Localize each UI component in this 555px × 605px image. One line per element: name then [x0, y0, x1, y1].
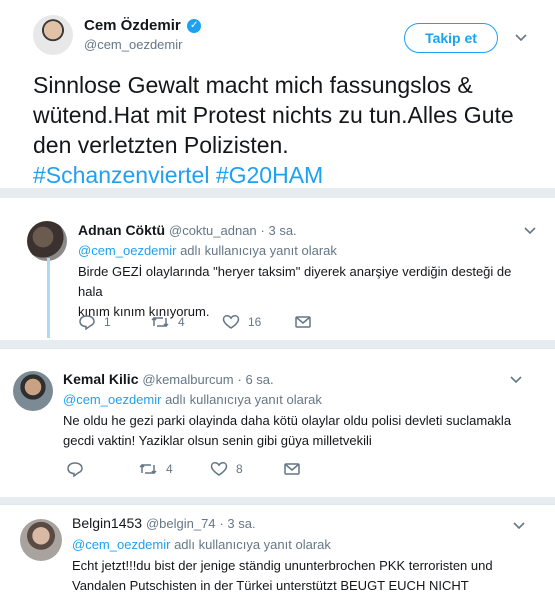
reply-time[interactable]: · 3 sa. [219, 516, 255, 531]
reply-text-line: gecdi vaktin! Yaziklar olsun senin gibi … [63, 433, 372, 448]
chevron-down-icon[interactable] [523, 224, 537, 238]
reply-text: Echt jetzt!!!du bist der jenige ständig … [72, 556, 542, 596]
reply-card[interactable]: Kemal Kilic @kemalburcum · 6 sa. @cem_oe… [0, 348, 555, 497]
author-name-row[interactable]: Cem Özdemir ✓ [84, 17, 202, 35]
reply-header: Adnan Cöktü @coktu_adnan · 3 sa. [78, 222, 297, 238]
reply-time[interactable]: · 6 sa. [238, 372, 274, 387]
message-action[interactable] [284, 459, 300, 479]
reply-action[interactable]: 1 [78, 312, 111, 332]
reply-to-line: @cem_oezdemir adlı kullanıcıya yanıt ola… [63, 392, 322, 407]
reply-actions: 1 4 16 [78, 312, 318, 332]
reply-header: Kemal Kilic @kemalburcum · 6 sa. [63, 371, 274, 387]
reply-avatar[interactable] [13, 371, 53, 411]
reply-to-suffix: adlı kullanıcıya yanıt olarak [165, 392, 322, 407]
reply-text: Ne oldu he gezi parki olayinda daha kötü… [63, 411, 543, 451]
reply-author-handle[interactable]: @kemalburcum [142, 372, 233, 387]
reply-text-line: Ne oldu he gezi parki olayinda daha kötü… [63, 413, 512, 428]
verified-badge-icon: ✓ [187, 18, 202, 33]
reply-action[interactable] [66, 459, 92, 479]
retweet-action[interactable]: 4 [150, 312, 185, 332]
reply-author-handle[interactable]: @belgin_74 [146, 516, 216, 531]
message-icon [284, 463, 300, 475]
reply-icon [67, 462, 83, 477]
thread-line [47, 258, 50, 338]
message-action[interactable] [295, 312, 311, 332]
reply-author-handle[interactable]: @coktu_adnan [169, 223, 257, 238]
like-icon [222, 315, 240, 329]
like-count: 8 [236, 462, 243, 476]
reply-icon [79, 315, 95, 330]
author-name[interactable]: Cem Özdemir [84, 17, 181, 34]
reply-mention[interactable]: @cem_oezdemir [78, 243, 176, 258]
like-action[interactable]: 16 [222, 312, 261, 332]
author-avatar[interactable] [33, 15, 73, 55]
reply-to-suffix: adlı kullanıcıya yanıt olarak [174, 537, 331, 552]
chevron-down-icon[interactable] [509, 373, 523, 387]
follow-button[interactable]: Takip et [404, 23, 498, 53]
tweet-hashtags[interactable]: #Schanzenviertel #G20HAM [33, 162, 323, 188]
main-tweet-card: Cem Özdemir ✓ @cem_oezdemir Takip et Sin… [0, 0, 555, 188]
retweet-count: 4 [178, 315, 185, 329]
author-handle[interactable]: @cem_oezdemir [84, 37, 182, 52]
like-count: 16 [248, 315, 262, 329]
reply-header: Belgin1453 @belgin_74 · 3 sa. [72, 515, 256, 531]
reply-actions: 4 8 [66, 459, 306, 479]
message-icon [295, 316, 311, 328]
tweet-text: Sinnlose Gewalt macht mich fassungslos &… [33, 70, 523, 190]
reply-text-line: Vandalen Putschisten in der Türkei unter… [72, 578, 469, 593]
reply-card[interactable]: Adnan Cöktü @coktu_adnan · 3 sa. @cem_oe… [0, 198, 555, 340]
like-icon [210, 462, 228, 476]
reply-to-line: @cem_oezdemir adlı kullanıcıya yanıt ola… [72, 537, 331, 552]
chevron-down-icon[interactable] [512, 519, 526, 533]
reply-time[interactable]: · 3 sa. [261, 223, 297, 238]
reply-avatar[interactable] [27, 221, 67, 261]
retweet-count: 4 [166, 462, 173, 476]
reply-text-line: Birde GEZİ olaylarında "heryer taksim" d… [78, 264, 512, 299]
retweet-action[interactable]: 4 [138, 459, 173, 479]
reply-count: 1 [104, 315, 111, 329]
reply-author-name[interactable]: Belgin1453 [72, 515, 142, 531]
reply-avatar[interactable] [20, 519, 62, 561]
reply-to-suffix: adlı kullanıcıya yanıt olarak [180, 243, 337, 258]
retweet-icon [139, 463, 157, 475]
reply-text-line: Echt jetzt!!!du bist der jenige ständig … [72, 558, 493, 573]
like-action[interactable]: 8 [210, 459, 243, 479]
reply-to-line: @cem_oezdemir adlı kullanıcıya yanıt ola… [78, 243, 337, 258]
tweet-body: Sinnlose Gewalt macht mich fassungslos &… [33, 72, 514, 158]
reply-mention[interactable]: @cem_oezdemir [63, 392, 161, 407]
reply-author-name[interactable]: Kemal Kilic [63, 371, 138, 387]
chevron-down-icon[interactable] [514, 31, 528, 45]
retweet-icon [151, 316, 169, 328]
reply-mention[interactable]: @cem_oezdemir [72, 537, 170, 552]
reply-card[interactable]: Belgin1453 @belgin_74 · 3 sa. @cem_oezde… [0, 504, 555, 605]
reply-author-name[interactable]: Adnan Cöktü [78, 222, 165, 238]
